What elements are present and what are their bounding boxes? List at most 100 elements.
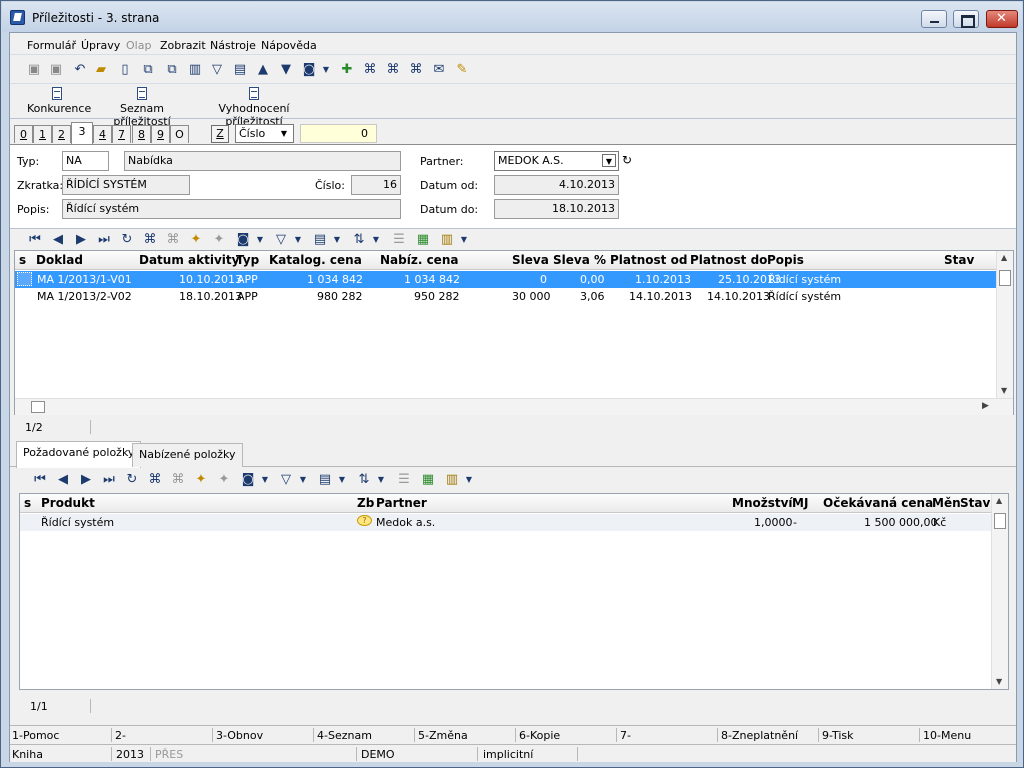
prev-record-icon[interactable]: ◀ [50,232,66,248]
col-produkt[interactable]: Produkt [41,496,95,510]
scroll-up-icon[interactable]: ▲ [996,496,1002,505]
notes-icon[interactable]: ✎ [454,62,470,78]
chevron-down-icon[interactable]: ▼ [329,232,345,248]
last-record-icon[interactable]: ⏭ [96,232,112,248]
sort-icon[interactable]: ⇅ [351,232,367,248]
offers-vertical-scrollbar[interactable]: ▲ ▼ [996,251,1013,398]
popis-field[interactable]: Řídící systém [62,199,401,219]
filter-icon[interactable]: ▽ [278,472,294,488]
scroll-down-icon[interactable]: ▼ [1001,386,1007,395]
f8-zneplatneni[interactable]: 8-Zneplatnění [721,729,798,742]
chevron-down-icon[interactable]: ▼ [373,472,389,488]
table-row[interactable]: MA 1/2013/1-V01 10.10.2013 APP 1 034 842… [15,271,997,288]
tab-o[interactable]: O [170,125,189,143]
camera-icon[interactable]: ◙ [301,62,317,78]
sort-icon[interactable]: ⇅ [356,472,372,488]
camera-icon[interactable]: ◙ [240,472,256,488]
tab-4[interactable]: 4 [93,125,112,143]
col-ocekavana-cena[interactable]: Očekávaná cena [823,496,933,510]
f5-zmena[interactable]: 5-Změna [418,729,468,742]
col-sleva-pct[interactable]: Sleva % [553,253,606,267]
prev-record-icon[interactable]: ◀ [55,472,71,488]
tree-icon[interactable]: ✚ [339,62,355,78]
notes-icon[interactable]: ▥ [439,232,455,248]
datum-do-field[interactable]: 18.10.2013 [494,199,619,219]
first-record-icon[interactable]: ⏮ [27,232,43,248]
chevron-down-icon[interactable]: ▼ [368,232,384,248]
scroll-down-icon[interactable]: ▼ [996,677,1002,686]
scroll-up-icon[interactable]: ▲ [1001,253,1007,262]
binoculars-icon[interactable]: ⌘ [142,232,158,248]
col-s[interactable]: s [24,496,31,510]
filter-document-icon[interactable]: ▤ [232,62,248,78]
chevron-down-icon[interactable]: ▼ [257,472,273,488]
tab-8[interactable]: 8 [132,125,151,143]
find-next-icon[interactable]: ⌘ [385,62,401,78]
add-record-icon[interactable]: ✦ [188,232,204,248]
menu-nastroje[interactable]: Nástroje [210,39,256,52]
tab-3[interactable]: 3 [71,122,93,144]
excel-icon[interactable]: ▦ [420,472,436,488]
arrow-up-icon[interactable]: ▲ [255,62,271,78]
undo-icon[interactable]: ↶ [72,62,88,78]
new-document-icon[interactable]: ▯ [117,62,133,78]
arrow-down-icon[interactable]: ▼ [278,62,294,78]
minimize-button[interactable] [921,10,947,28]
refresh-list-icon[interactable]: ↻ [124,472,140,488]
f9-tisk[interactable]: 9-Tisk [822,729,854,742]
sort-select[interactable]: Číslo ▼ [235,124,294,143]
col-partner[interactable]: Partner [376,496,427,510]
offers-horizontal-scrollbar[interactable]: ▶ [15,398,1013,415]
first-record-icon[interactable]: ⏮ [32,472,48,488]
datum-od-field[interactable]: 4.10.2013 [494,175,619,195]
z-button[interactable]: Z [211,125,229,143]
menu-zobrazit[interactable]: Zobrazit [160,39,206,52]
binoculars-icon[interactable]: ⌘ [362,62,378,78]
next-record-icon[interactable]: ▶ [78,472,94,488]
maximize-button[interactable] [953,10,979,28]
next-record-icon[interactable]: ▶ [73,232,89,248]
scroll-right-icon[interactable]: ▶ [982,401,989,411]
book-icon[interactable]: ▥ [187,62,203,78]
filter-icon[interactable]: ▽ [209,62,225,78]
col-katalog-cena[interactable]: Katalog. cena [269,253,362,267]
tree-view-icon[interactable]: ☰ [396,472,412,488]
f6-kopie[interactable]: 6-Kopie [519,729,560,742]
tab-nabizene-polozky[interactable]: Nabízené položky [132,443,243,467]
hscroll-thumb[interactable] [31,401,45,413]
zkratka-field[interactable]: ŘÍDÍCÍ SYSTÉM [62,175,190,195]
table-row[interactable]: MA 1/2013/2-V02 18.10.2013 APP 980 282 9… [15,288,997,305]
menu-napoveda[interactable]: Nápověda [261,39,317,52]
chevron-down-icon[interactable]: ▼ [461,472,477,488]
refresh-icon[interactable]: ↻ [622,153,632,167]
chevron-down-icon[interactable]: ▼ [290,232,306,248]
save-all-icon[interactable]: ▣ [48,62,64,78]
col-doklad[interactable]: Doklad [36,253,83,267]
menu-upravy[interactable]: Úpravy [81,39,120,52]
typ-code-field[interactable]: NA [62,151,109,171]
tab-pozadovane-polozky[interactable]: Požadované položky [16,441,142,468]
cislo-field[interactable]: 16 [351,175,401,195]
last-record-icon[interactable]: ⏭ [101,472,117,488]
paste-icon[interactable]: ⧉ [164,62,180,78]
notes-icon[interactable]: ▥ [444,472,460,488]
chevron-down-icon[interactable]: ▼ [456,232,472,248]
col-mnozstvi[interactable]: Množství [732,496,793,510]
remove-record-icon[interactable]: ✦ [211,232,227,248]
columns-icon[interactable]: ▤ [317,472,333,488]
col-nabiz-cena[interactable]: Nabíz. cena [380,253,458,267]
copy-icon[interactable]: ⧉ [140,62,156,78]
camera-icon[interactable]: ◙ [235,232,251,248]
columns-icon[interactable]: ▤ [312,232,328,248]
chevron-down-icon[interactable]: ▼ [252,232,268,248]
open-folder-icon[interactable]: ▰ [93,62,109,78]
f3-obnov[interactable]: 3-Obnov [216,729,263,742]
col-s[interactable]: s [19,253,26,267]
col-men[interactable]: Měn [932,496,961,510]
scroll-thumb[interactable] [999,270,1011,286]
chevron-down-icon[interactable]: ▼ [334,472,350,488]
col-platnost-od[interactable]: Platnost od [610,253,687,267]
items-vertical-scrollbar[interactable]: ▲ ▼ [991,494,1008,689]
col-typ[interactable]: Typ [236,253,259,267]
find-next-icon[interactable]: ⌘ [165,232,181,248]
